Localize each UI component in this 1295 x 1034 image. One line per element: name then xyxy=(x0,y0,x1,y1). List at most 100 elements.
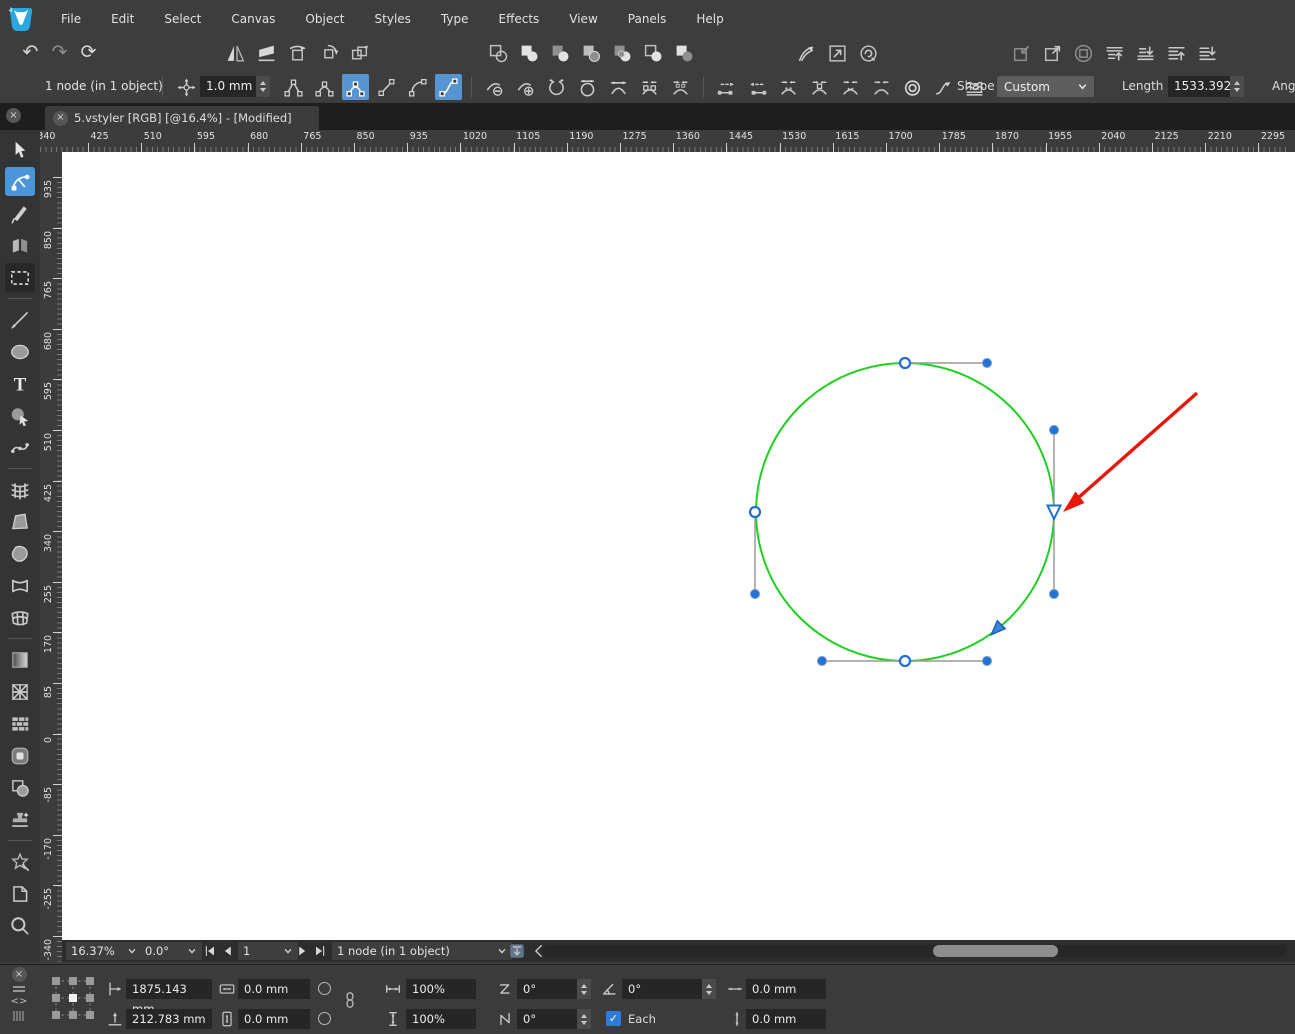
control-handle-point[interactable] xyxy=(981,655,993,667)
panel-bars-icon[interactable] xyxy=(11,1010,27,1022)
cusp-node-icon[interactable] xyxy=(280,74,307,100)
control-handle-point[interactable] xyxy=(981,357,993,369)
tool-perspective[interactable] xyxy=(5,507,35,536)
tool-mesh-fill[interactable] xyxy=(5,677,35,706)
exclude-icon[interactable] xyxy=(578,40,605,66)
bounding-frame-icon[interactable] xyxy=(824,40,851,66)
path-node[interactable] xyxy=(898,356,912,370)
rotation-input[interactable]: 0° xyxy=(622,979,702,999)
tool-knife[interactable] xyxy=(5,199,35,228)
tool-page-tool[interactable] xyxy=(5,879,35,908)
last-page-button[interactable] xyxy=(312,943,328,959)
scale-y-input[interactable]: 100% xyxy=(406,1009,476,1029)
merge-a-icon[interactable] xyxy=(775,74,802,100)
menu-view[interactable]: View xyxy=(554,8,612,30)
symmetric-node-icon[interactable] xyxy=(342,74,369,100)
send-backward-icon[interactable] xyxy=(1194,40,1221,66)
flip-horizontal-icon[interactable] xyxy=(222,40,249,66)
tool-blob-brush[interactable] xyxy=(5,539,35,568)
close-all-icon[interactable]: × xyxy=(6,108,21,123)
first-page-button[interactable] xyxy=(202,943,218,959)
smooth-node-icon[interactable] xyxy=(311,74,338,100)
close-path-icon[interactable] xyxy=(574,74,601,100)
flip-vertical-icon[interactable] xyxy=(253,40,280,66)
redo-icon[interactable]: ↷ xyxy=(47,40,72,65)
skew-y-spinner[interactable] xyxy=(577,1009,591,1029)
subtract-front-icon[interactable] xyxy=(640,40,667,66)
extend-left-icon[interactable] xyxy=(744,74,771,100)
horizontal-scrollbar-track[interactable] xyxy=(542,945,1287,957)
line-segment-icon[interactable] xyxy=(373,74,400,100)
refresh-icon[interactable]: ⟳ xyxy=(76,40,101,65)
position-y-input[interactable]: 212.783 mm xyxy=(126,1009,212,1029)
move-x-input[interactable]: 0.0 mm xyxy=(746,979,826,999)
path-node[interactable] xyxy=(898,654,912,668)
selection-info-dropdown[interactable]: 1 node (in 1 object) xyxy=(332,942,512,960)
divide-icon[interactable] xyxy=(609,40,636,66)
weld-icon[interactable] xyxy=(485,40,512,66)
menu-select[interactable]: Select xyxy=(149,8,216,30)
selected-triangle-node[interactable] xyxy=(1045,504,1063,522)
spiral-tool-icon[interactable] xyxy=(855,40,882,66)
export-panel-icon[interactable] xyxy=(508,942,526,960)
each-checkbox[interactable]: ✓ xyxy=(606,1011,621,1026)
menu-object[interactable]: Object xyxy=(290,8,359,30)
menu-file[interactable]: File xyxy=(46,8,96,30)
previous-page-button[interactable] xyxy=(220,943,236,959)
next-page-button[interactable] xyxy=(294,943,310,959)
anchor-point-selector[interactable] xyxy=(48,973,98,1023)
panel-handle-icon[interactable] xyxy=(11,984,27,994)
bring-forward-icon[interactable] xyxy=(1163,40,1190,66)
document-tab[interactable]: × 5.vstyler [RGB] [@16.4%] - [Modified] xyxy=(45,106,319,130)
bend-curve-icon[interactable] xyxy=(793,40,820,66)
open-path-icon[interactable] xyxy=(543,74,570,100)
control-handle-point[interactable] xyxy=(749,588,761,600)
tool-mirror-pages[interactable] xyxy=(5,231,35,260)
tool-text-tool[interactable]: T xyxy=(5,369,35,398)
width-lock-radio[interactable] xyxy=(318,982,331,995)
rotate-copy-icon[interactable] xyxy=(346,40,373,66)
menu-type[interactable]: Type xyxy=(426,8,484,30)
width-input[interactable]: 0.0 mm xyxy=(238,979,310,999)
tool-frame-glow[interactable] xyxy=(5,741,35,770)
concentric-rings-icon[interactable] xyxy=(899,74,926,100)
document-drawing[interactable] xyxy=(62,152,1295,940)
tool-curved-mesh[interactable] xyxy=(5,603,35,632)
tool-freehand-line[interactable] xyxy=(5,305,35,334)
app-logo-icon[interactable] xyxy=(6,4,36,34)
menu-canvas[interactable]: Canvas xyxy=(216,8,290,30)
height-input[interactable]: 0.0 mm xyxy=(238,1009,310,1029)
offset-spinner[interactable] xyxy=(256,76,270,97)
vertical-ruler[interactable]: 935 850 765 680 595 510 425 340 255 170 85 0 -85 -170… xyxy=(40,152,62,962)
length-input[interactable]: 1533.392 r xyxy=(1168,76,1230,97)
tool-fill-picker[interactable] xyxy=(5,401,35,430)
shape-dropdown[interactable]: Custom xyxy=(998,76,1094,97)
control-handle-point[interactable] xyxy=(1048,424,1060,436)
menu-styles[interactable]: Styles xyxy=(360,8,426,30)
rotation-dropdown[interactable]: 0.0° xyxy=(140,942,202,960)
horizontal-scrollbar-thumb[interactable] xyxy=(933,945,1058,957)
edit-outside-icon[interactable] xyxy=(1039,40,1066,66)
tool-gradient-tool[interactable] xyxy=(5,645,35,674)
menu-panels[interactable]: Panels xyxy=(613,8,682,30)
tool-ellipse-tool[interactable] xyxy=(5,337,35,366)
tool-zoom-tool[interactable] xyxy=(5,911,35,940)
path-node[interactable] xyxy=(748,505,762,519)
intersect-icon[interactable] xyxy=(547,40,574,66)
control-handle-point[interactable] xyxy=(1048,588,1060,600)
subtract-back-icon[interactable] xyxy=(671,40,698,66)
arc-segment-icon[interactable] xyxy=(404,74,431,100)
zoom-level-dropdown[interactable]: 16.37% xyxy=(66,942,142,960)
rotate-cw-icon[interactable] xyxy=(315,40,342,66)
stretch-arc-icon[interactable] xyxy=(605,74,632,100)
skew-x-input[interactable]: 0° xyxy=(517,979,577,999)
panel-code-icon[interactable]: <> xyxy=(11,996,28,1008)
page-number-dropdown[interactable]: 1 xyxy=(238,942,298,960)
extend-right-icon[interactable] xyxy=(713,74,740,100)
bring-to-front-icon[interactable] xyxy=(1101,40,1128,66)
tool-pattern-fill[interactable] xyxy=(5,709,35,738)
undo-icon[interactable]: ↶ xyxy=(18,40,43,65)
tool-node-editor[interactable] xyxy=(5,167,35,196)
horizontal-ruler[interactable]: 340 425 510 595 680 765 850 935 1020 1105 1190 1275… xyxy=(40,130,1295,153)
scale-x-input[interactable]: 100% xyxy=(406,979,476,999)
